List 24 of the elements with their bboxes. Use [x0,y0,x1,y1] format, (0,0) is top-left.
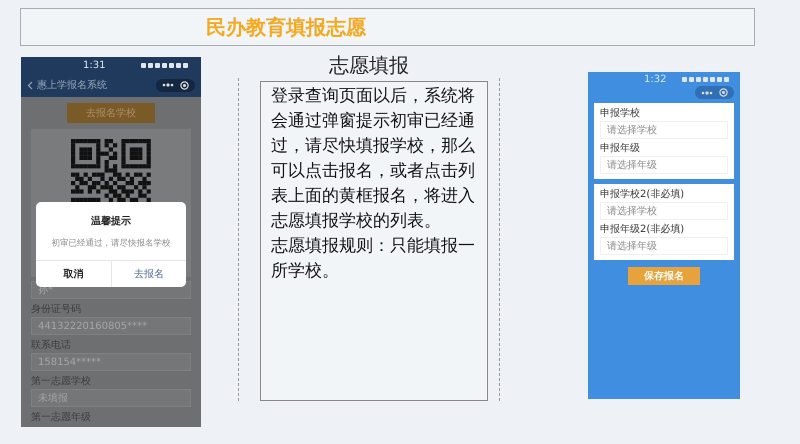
nav-title: 惠上学报名系统 [37,78,108,92]
status-time: 1:32 [644,74,666,84]
description-text: 志愿填报规则：只能填报一所学校。 [271,235,476,283]
field-label: 申报学校2(非必填) [600,188,686,202]
capsule-menu[interactable] [156,78,195,92]
register-school-button[interactable]: 去报名学校 [67,103,155,123]
select-field[interactable]: 请选择学校 [600,202,728,220]
field-label: 申报学校 [600,107,641,121]
back-icon[interactable] [27,80,33,90]
select-field[interactable]: 请选择年级 [600,156,728,174]
close-icon[interactable] [180,80,189,90]
save-button[interactable]: 保存报名 [628,267,700,285]
dialog-title: 温馨提示 [91,214,131,228]
description-text: 登录查询页面以后，系统将会通过弹窗提示初审已经通过，请尽快填报学校，那么可以点击报名，或者点击列表上面的黄框报名，将进入志愿填报学校的列表。 [271,85,476,233]
select-field[interactable]: 请选择年级 [600,237,728,255]
more-icon[interactable] [162,83,174,87]
status-time: 1:31 [83,60,106,70]
confirm-button[interactable]: 去报名 [110,261,186,287]
field-label: 申报年级 [600,142,641,156]
dialog-message: 初审已经通过，请尽快报名学校 [52,237,170,249]
select-field[interactable]: 请选择学校 [600,121,728,139]
section-heading: 志愿填报 [329,52,409,78]
field-label: 申报年级2(非必填) [600,223,686,237]
page-title: 民办教育填报志愿 [206,14,366,40]
